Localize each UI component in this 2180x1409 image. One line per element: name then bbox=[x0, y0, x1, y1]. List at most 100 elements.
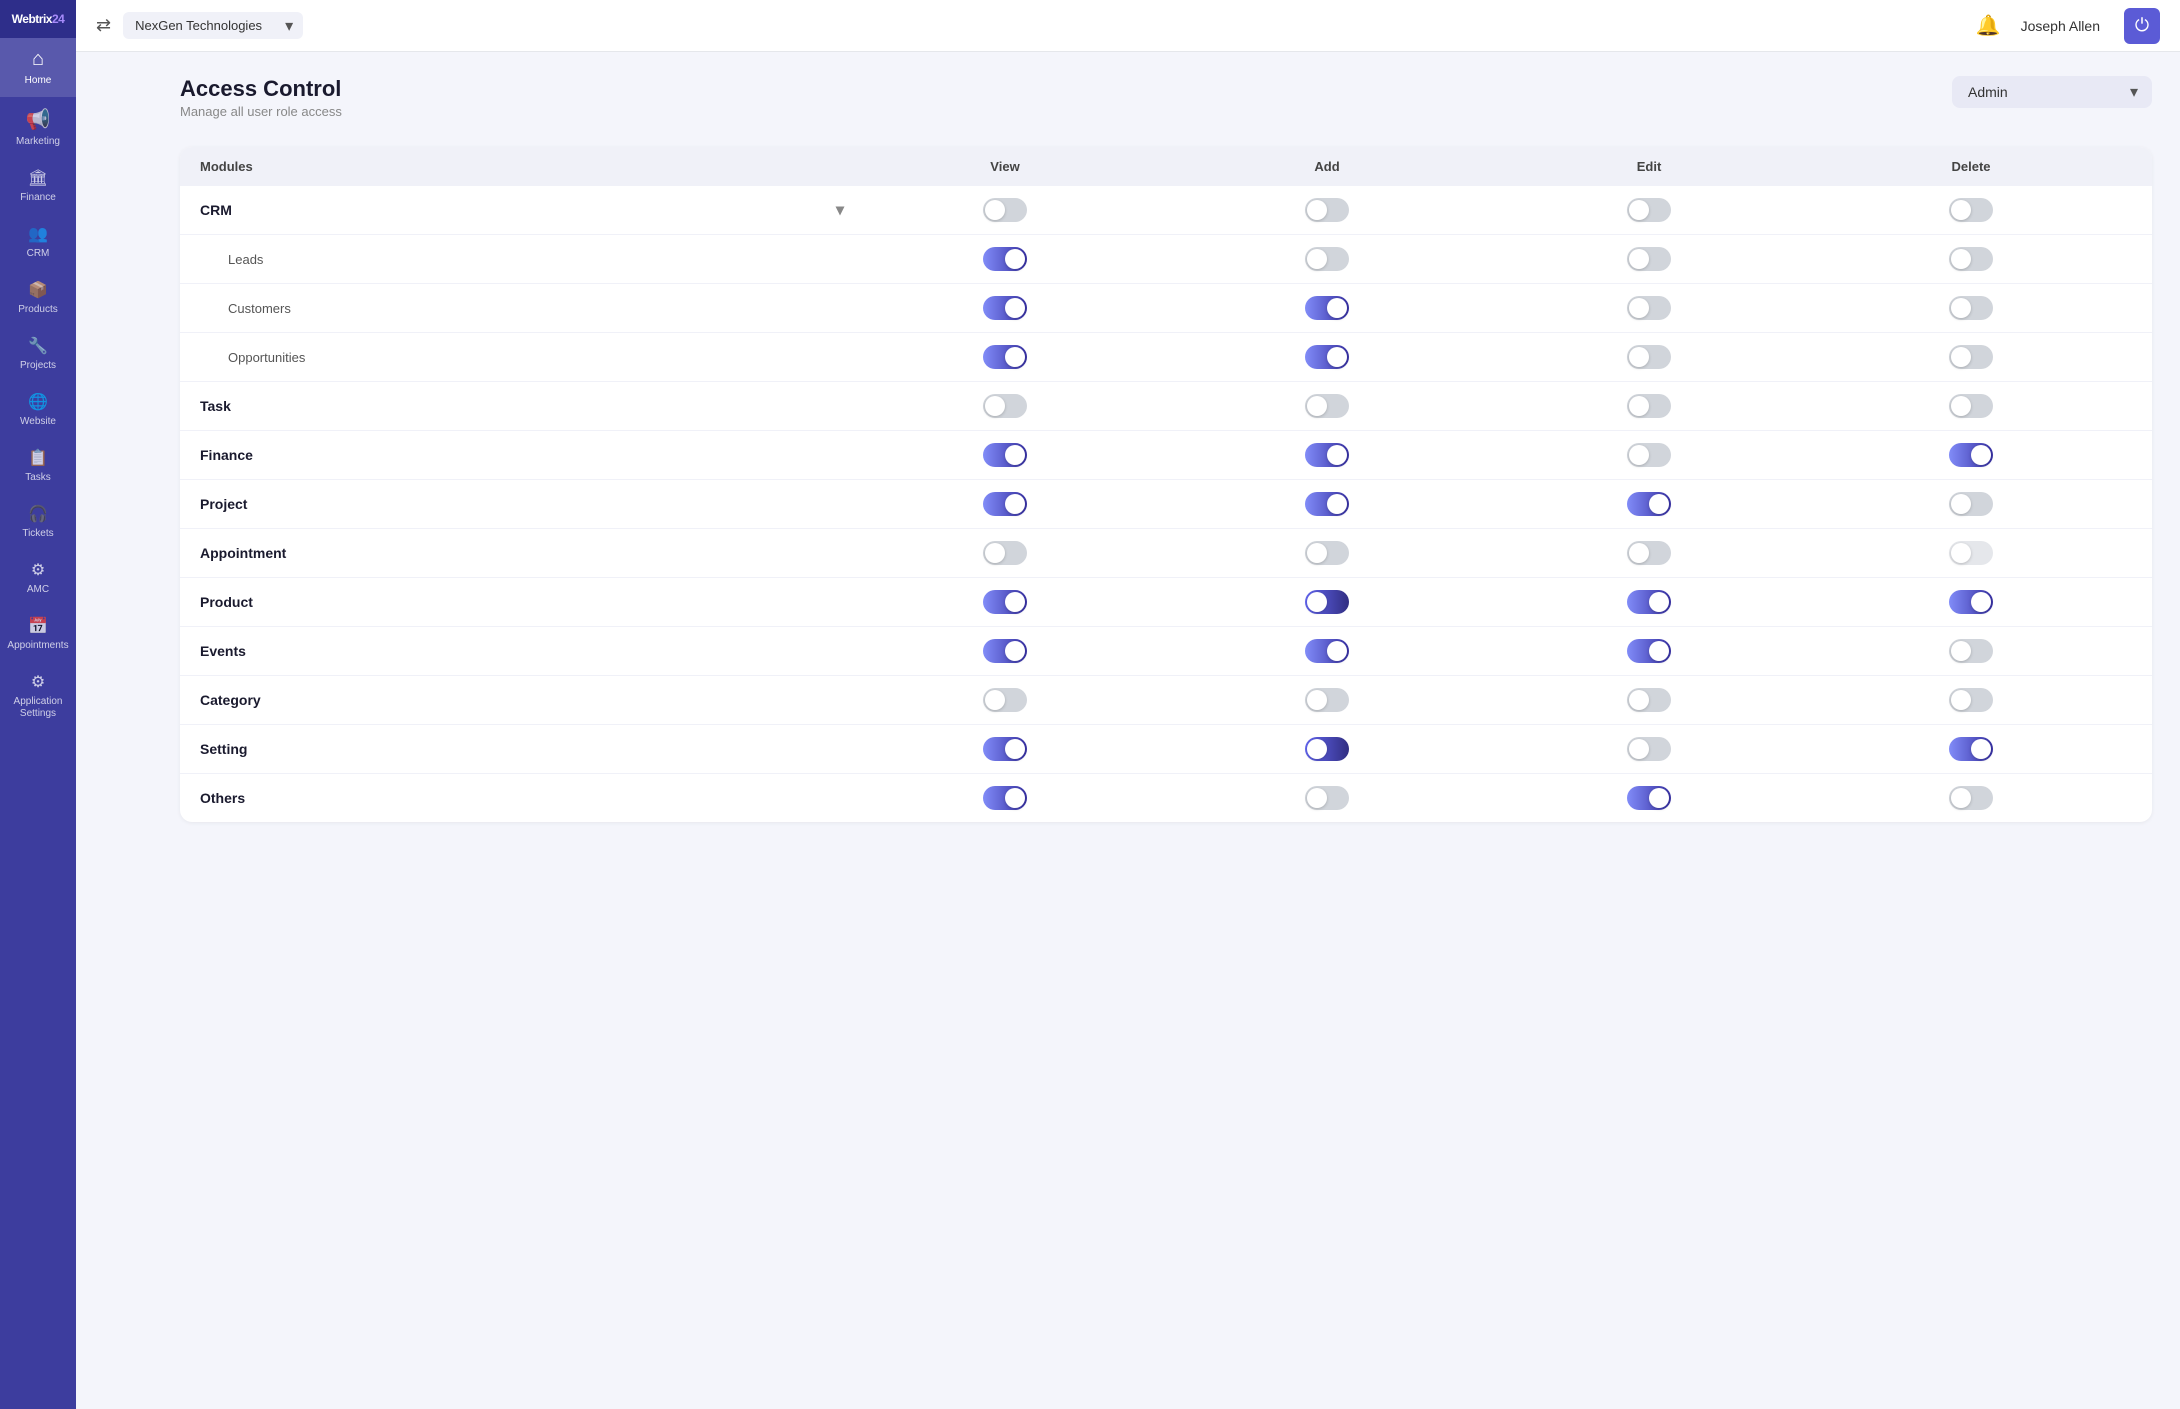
table-row: Events bbox=[180, 627, 2152, 676]
customers-name: Customers bbox=[200, 301, 844, 316]
others-view-toggle[interactable] bbox=[983, 786, 1027, 810]
table-row: Task bbox=[180, 382, 2152, 431]
table-row: Finance bbox=[180, 431, 2152, 480]
tickets-icon: 🎧 bbox=[28, 504, 48, 524]
power-button[interactable]: ⏻ bbox=[2124, 8, 2160, 44]
sidebar: Webtrix24 ⌂ Home 📢 Marketing 🏛 Finance 👥… bbox=[0, 0, 76, 1409]
product-delete-toggle[interactable] bbox=[1949, 590, 1993, 614]
category-edit-toggle[interactable] bbox=[1627, 688, 1671, 712]
marketing-icon: 📢 bbox=[26, 107, 51, 132]
product-view-toggle[interactable] bbox=[983, 590, 1027, 614]
task-view-toggle[interactable] bbox=[983, 394, 1027, 418]
crm-view-toggle[interactable] bbox=[983, 198, 1027, 222]
category-delete-toggle[interactable] bbox=[1949, 688, 1993, 712]
company-select[interactable]: NexGen Technologies bbox=[123, 12, 303, 39]
appt-edit-toggle[interactable] bbox=[1627, 541, 1671, 565]
appointments-icon: 📅 bbox=[28, 616, 48, 636]
sidebar-item-projects[interactable]: 🔧 Projects bbox=[0, 326, 76, 382]
product-add-toggle[interactable] bbox=[1305, 590, 1349, 614]
setting-edit-toggle[interactable] bbox=[1627, 737, 1671, 761]
project-add-toggle[interactable] bbox=[1305, 492, 1349, 516]
sidebar-item-products[interactable]: 📦 Products bbox=[0, 270, 76, 326]
setting-delete-toggle[interactable] bbox=[1949, 737, 1993, 761]
sidebar-item-marketing[interactable]: 📢 Marketing bbox=[0, 97, 76, 158]
appt-view-toggle[interactable] bbox=[983, 541, 1027, 565]
crm-expand-icon[interactable]: ▾ bbox=[836, 200, 844, 220]
appt-add-toggle[interactable] bbox=[1305, 541, 1349, 565]
col-delete: Delete bbox=[1810, 159, 2132, 174]
opps-edit-toggle[interactable] bbox=[1627, 345, 1671, 369]
table-row: Customers bbox=[180, 284, 2152, 333]
project-view-toggle[interactable] bbox=[983, 492, 1027, 516]
user-name: Joseph Allen bbox=[2021, 18, 2100, 34]
leads-view-toggle[interactable] bbox=[983, 247, 1027, 271]
products-icon: 📦 bbox=[28, 280, 48, 300]
col-modules: Modules bbox=[200, 159, 844, 174]
category-view-toggle[interactable] bbox=[983, 688, 1027, 712]
events-view-toggle[interactable] bbox=[983, 639, 1027, 663]
task-add-toggle[interactable] bbox=[1305, 394, 1349, 418]
finance-edit-toggle[interactable] bbox=[1627, 443, 1671, 467]
sidebar-item-website[interactable]: 🌐 Website bbox=[0, 382, 76, 438]
sidebar-item-tickets[interactable]: 🎧 Tickets bbox=[0, 494, 76, 550]
events-add-toggle[interactable] bbox=[1305, 639, 1349, 663]
setting-view-toggle[interactable] bbox=[983, 737, 1027, 761]
customers-view-toggle[interactable] bbox=[983, 296, 1027, 320]
events-edit-toggle[interactable] bbox=[1627, 639, 1671, 663]
events-module-name: Events bbox=[200, 643, 844, 659]
crm-delete-toggle[interactable] bbox=[1949, 198, 1993, 222]
opps-view-toggle[interactable] bbox=[983, 345, 1027, 369]
sidebar-item-crm[interactable]: 👥 CRM bbox=[0, 214, 76, 270]
others-delete-toggle[interactable] bbox=[1949, 786, 1993, 810]
role-select-wrapper: Admin Manager Staff Viewer bbox=[1952, 76, 2152, 108]
col-edit: Edit bbox=[1488, 159, 1810, 174]
transfer-icon[interactable]: ⇄ bbox=[96, 15, 111, 36]
table-row: CRM ▾ bbox=[180, 186, 2152, 235]
sidebar-item-app-settings[interactable]: ⚙ Application Settings bbox=[0, 662, 76, 730]
notification-bell-icon[interactable]: 🔔 bbox=[1976, 13, 2001, 38]
finance-icon: 🏛 bbox=[28, 168, 48, 188]
category-add-toggle[interactable] bbox=[1305, 688, 1349, 712]
leads-add-toggle[interactable] bbox=[1305, 247, 1349, 271]
customers-add-toggle[interactable] bbox=[1305, 296, 1349, 320]
leads-delete-toggle[interactable] bbox=[1949, 247, 1993, 271]
app-logo: Webtrix24 bbox=[0, 0, 76, 38]
appointment-module-name: Appointment bbox=[200, 545, 844, 561]
opps-delete-toggle[interactable] bbox=[1949, 345, 1993, 369]
role-select[interactable]: Admin Manager Staff Viewer bbox=[1952, 76, 2152, 108]
setting-add-toggle[interactable] bbox=[1305, 737, 1349, 761]
product-edit-toggle[interactable] bbox=[1627, 590, 1671, 614]
task-delete-toggle[interactable] bbox=[1949, 394, 1993, 418]
finance-view-toggle[interactable] bbox=[983, 443, 1027, 467]
projects-icon: 🔧 bbox=[28, 336, 48, 356]
events-delete-toggle[interactable] bbox=[1949, 639, 1993, 663]
table-row: Opportunities bbox=[180, 333, 2152, 382]
table-header-row: Modules View Add Edit Delete bbox=[180, 147, 2152, 186]
table-row: Others bbox=[180, 774, 2152, 822]
project-module-name: Project bbox=[200, 496, 844, 512]
finance-delete-toggle[interactable] bbox=[1949, 443, 1993, 467]
sidebar-item-home[interactable]: ⌂ Home bbox=[0, 38, 76, 97]
sidebar-item-tasks[interactable]: 📋 Tasks bbox=[0, 438, 76, 494]
customers-delete-toggle[interactable] bbox=[1949, 296, 1993, 320]
home-icon: ⌂ bbox=[32, 48, 44, 71]
opps-add-toggle[interactable] bbox=[1305, 345, 1349, 369]
others-edit-toggle[interactable] bbox=[1627, 786, 1671, 810]
appt-delete-toggle[interactable] bbox=[1949, 541, 1993, 565]
task-edit-toggle[interactable] bbox=[1627, 394, 1671, 418]
crm-add-toggle[interactable] bbox=[1305, 198, 1349, 222]
table-row: Project bbox=[180, 480, 2152, 529]
finance-add-toggle[interactable] bbox=[1305, 443, 1349, 467]
sidebar-item-finance[interactable]: 🏛 Finance bbox=[0, 158, 76, 214]
crm-edit-toggle[interactable] bbox=[1627, 198, 1671, 222]
others-add-toggle[interactable] bbox=[1305, 786, 1349, 810]
project-delete-toggle[interactable] bbox=[1949, 492, 1993, 516]
table-row: Leads bbox=[180, 235, 2152, 284]
customers-edit-toggle[interactable] bbox=[1627, 296, 1671, 320]
leads-edit-toggle[interactable] bbox=[1627, 247, 1671, 271]
project-edit-toggle[interactable] bbox=[1627, 492, 1671, 516]
sidebar-item-amc[interactable]: ⚙ AMC bbox=[0, 550, 76, 606]
crm-module-name: CRM ▾ bbox=[200, 200, 844, 220]
sidebar-item-appointments[interactable]: 📅 Appointments bbox=[0, 606, 76, 662]
others-module-name: Others bbox=[200, 790, 844, 806]
